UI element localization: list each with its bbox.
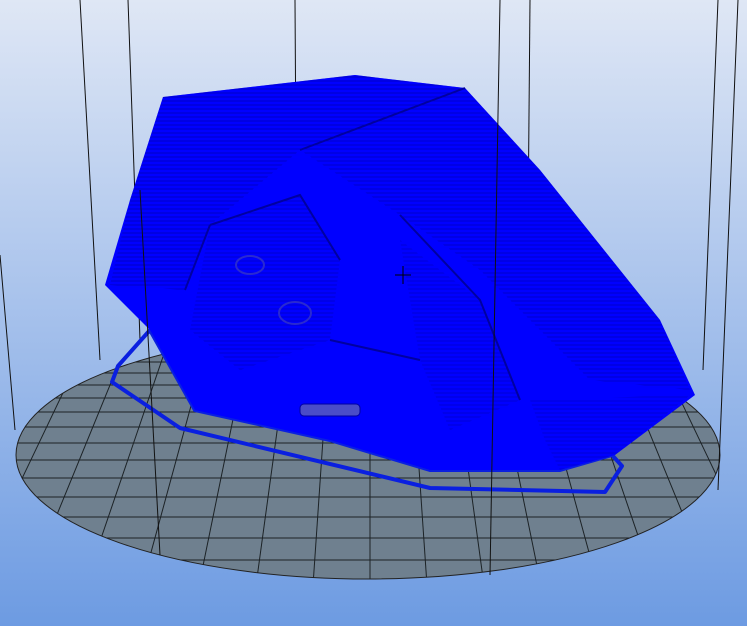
preview-canvas[interactable]	[0, 0, 747, 626]
3d-preview-viewport[interactable]	[0, 0, 747, 626]
